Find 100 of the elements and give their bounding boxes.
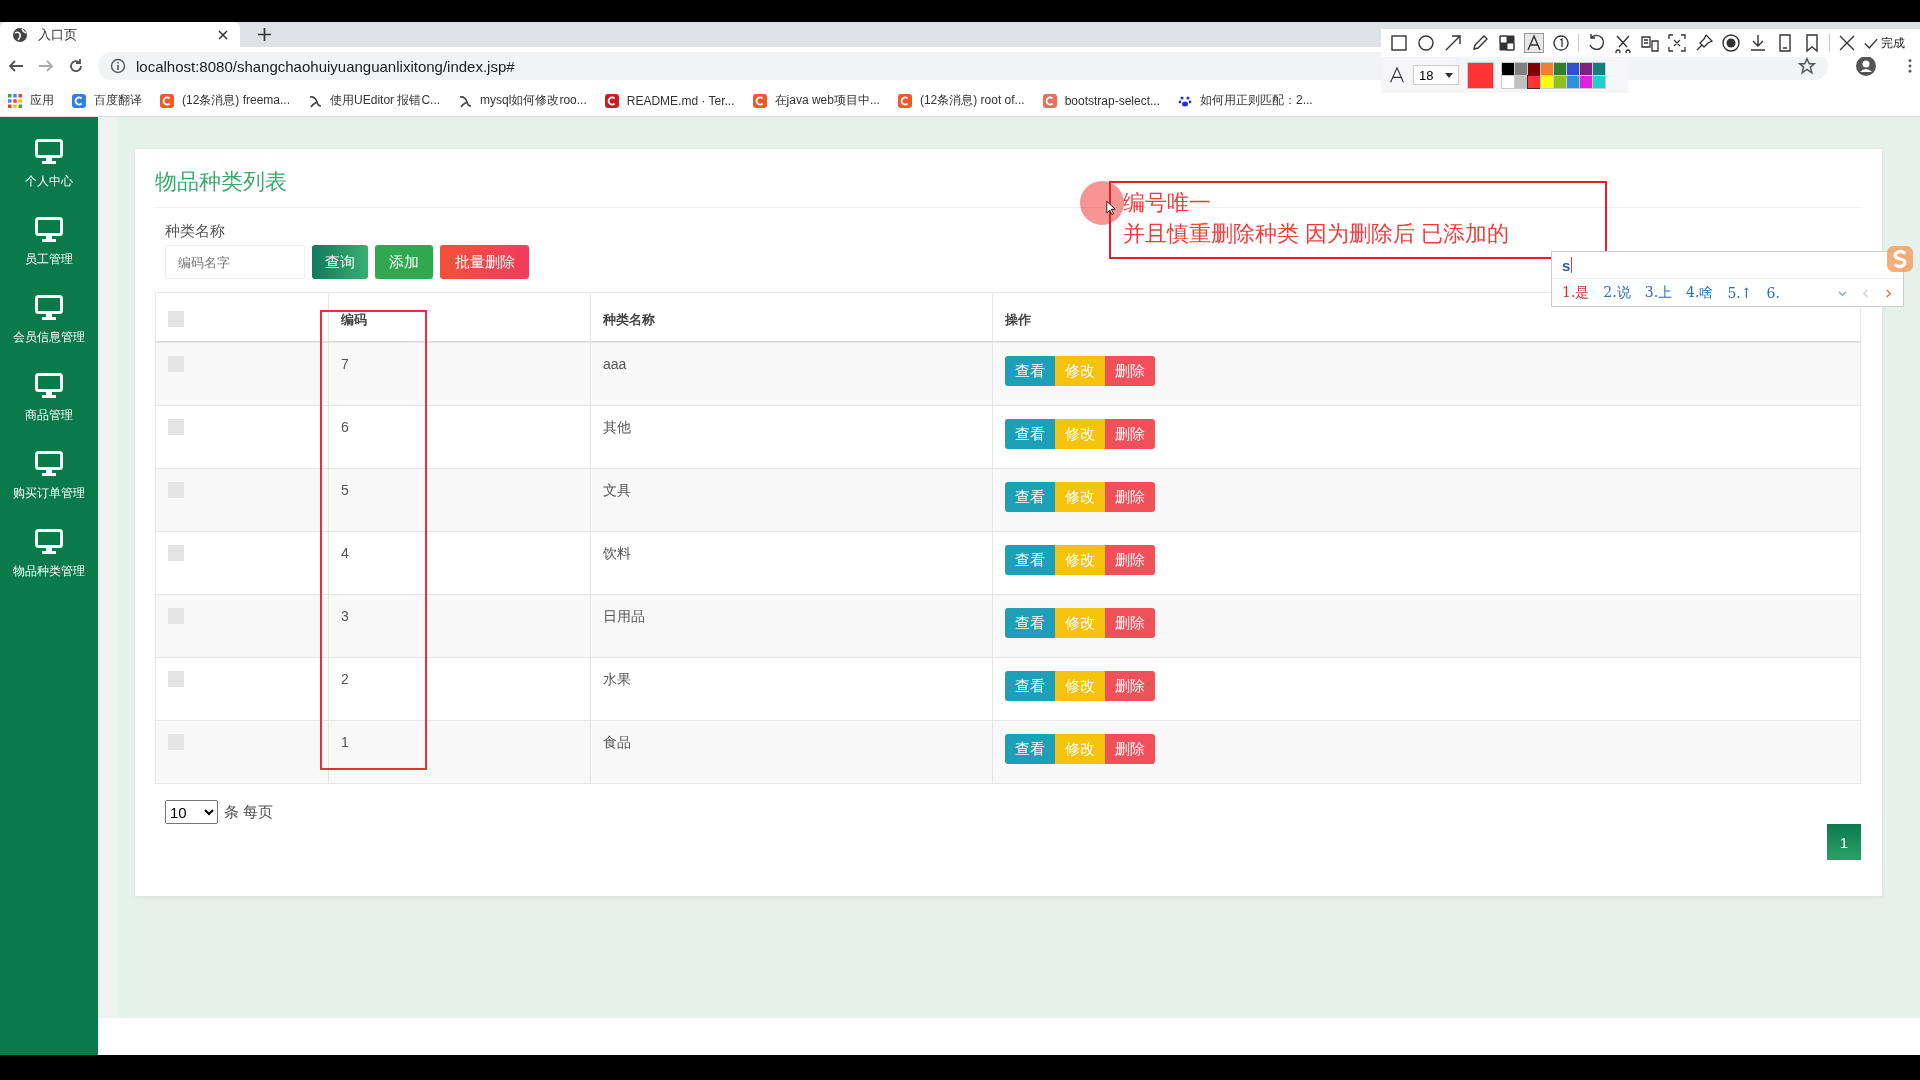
bookmark[interactable]: 应用: [8, 92, 54, 109]
scan-tool-icon[interactable]: [1667, 33, 1687, 53]
bookmark[interactable]: (12条消息) root of...: [897, 92, 1025, 109]
current-color-swatch[interactable]: [1467, 61, 1494, 89]
site-icon: [1042, 93, 1057, 108]
close-icon[interactable]: [218, 29, 228, 40]
delete-button[interactable]: 删除: [1105, 671, 1155, 701]
delete-button[interactable]: 删除: [1105, 734, 1155, 764]
table-cell: 6: [341, 419, 349, 435]
page-button[interactable]: 1: [1827, 824, 1861, 860]
color-swatch[interactable]: [1528, 75, 1540, 88]
ime-candidate[interactable]: 1.是: [1562, 284, 1590, 302]
query-button[interactable]: 查询: [312, 245, 368, 279]
table-cell: 3: [341, 608, 349, 624]
bookmark[interactable]: 百度翻译: [72, 92, 142, 109]
delete-button[interactable]: 删除: [1105, 419, 1155, 449]
font-size-select[interactable]: 18: [1413, 65, 1459, 85]
bookmark[interactable]: (12条消息) freema...: [160, 92, 291, 109]
sidebar-item[interactable]: 个人中心: [0, 135, 98, 213]
view-button[interactable]: 查看: [1005, 356, 1055, 386]
bookmark[interactable]: README.md · Ter...: [604, 93, 735, 108]
batch-delete-button[interactable]: 批量删除: [440, 245, 529, 279]
mosaic-tool-icon[interactable]: [1497, 33, 1517, 53]
ime-candidate[interactable]: 5.↑: [1727, 285, 1753, 301]
monitor-icon: [35, 139, 63, 165]
sidebar-item[interactable]: 购买订单管理: [0, 447, 98, 525]
checkbox[interactable]: [168, 545, 184, 561]
table-cell: 7: [341, 356, 349, 372]
sidebar-item[interactable]: 员工管理: [0, 213, 98, 291]
bookmark[interactable]: bootstrap-select...: [1042, 93, 1160, 108]
pin-tool-icon[interactable]: [1694, 33, 1714, 53]
color-swatch[interactable]: [1580, 75, 1592, 88]
ime-candidate[interactable]: 2.说: [1603, 284, 1631, 302]
rect-tool-icon[interactable]: [1389, 33, 1409, 53]
circle-tool-icon[interactable]: [1416, 33, 1436, 53]
sidebar-item[interactable]: 物品种类管理: [0, 525, 98, 603]
color-swatch[interactable]: [1580, 62, 1592, 75]
ocr-tool-icon[interactable]: [1640, 33, 1660, 53]
cut-tool-icon[interactable]: [1613, 33, 1633, 53]
delete-button[interactable]: 删除: [1105, 608, 1155, 638]
ime-candidate[interactable]: 3.上: [1644, 284, 1673, 302]
done-button[interactable]: 完成: [1864, 34, 1905, 52]
ime-input-text: s: [1562, 256, 1571, 274]
arrow-tool-icon[interactable]: [1443, 33, 1463, 53]
color-swatch[interactable]: [1554, 62, 1566, 75]
color-swatch[interactable]: [1515, 62, 1527, 75]
download-tool-icon[interactable]: [1748, 33, 1768, 53]
table-cell: 文具: [603, 482, 631, 498]
bookmark[interactable]: 使用UEditor 报错C...: [308, 92, 441, 109]
delete-button[interactable]: 删除: [1105, 545, 1155, 575]
color-swatch[interactable]: [1567, 62, 1579, 75]
view-button[interactable]: 查看: [1005, 734, 1055, 764]
view-button[interactable]: 查看: [1005, 545, 1055, 575]
delete-button[interactable]: 删除: [1105, 482, 1155, 512]
checkbox[interactable]: [168, 419, 184, 435]
cursor-icon: [1106, 200, 1116, 216]
color-swatch[interactable]: [1502, 62, 1514, 75]
new-tab-icon[interactable]: [258, 28, 271, 41]
add-button[interactable]: 添加: [375, 245, 433, 279]
color-swatch[interactable]: [1528, 62, 1540, 75]
view-button[interactable]: 查看: [1005, 419, 1055, 449]
site-icon: [160, 93, 174, 108]
bookmark[interactable]: 在java web项目中...: [752, 92, 880, 109]
color-swatch[interactable]: [1515, 75, 1527, 88]
chevron-right-icon[interactable]: [1884, 288, 1893, 298]
pen-tool-icon[interactable]: [1470, 33, 1490, 53]
color-swatch[interactable]: [1567, 75, 1579, 88]
reload-icon[interactable]: [68, 58, 84, 74]
checkbox[interactable]: [168, 311, 184, 327]
back-icon[interactable]: [8, 58, 24, 74]
close-icon[interactable]: [1837, 33, 1857, 53]
browser-tab[interactable]: 入口页: [0, 22, 240, 47]
search-field[interactable]: 编码名字: [165, 245, 305, 279]
ime-candidate[interactable]: 4.啥: [1686, 284, 1714, 302]
page-size-select[interactable]: 10: [165, 800, 218, 824]
star-icon[interactable]: [1798, 57, 1816, 75]
annotation-text-box[interactable]: 编号唯一 并且慎重删除种类 因为删除后 已添加的: [1109, 181, 1607, 259]
table-cell: aaa: [603, 356, 627, 372]
menu-icon[interactable]: [1908, 59, 1912, 73]
record-tool-icon[interactable]: [1721, 33, 1741, 53]
checkbox[interactable]: [168, 671, 184, 687]
sidebar-item[interactable]: 会员信息管理: [0, 291, 98, 369]
view-button[interactable]: 查看: [1005, 671, 1055, 701]
color-swatch[interactable]: [1593, 75, 1605, 88]
view-button[interactable]: 查看: [1005, 482, 1055, 512]
text-tool-icon[interactable]: [1524, 33, 1544, 53]
color-swatch[interactable]: [1541, 75, 1553, 88]
color-swatch[interactable]: [1502, 75, 1514, 88]
number-tool-icon[interactable]: [1551, 33, 1571, 53]
color-swatch[interactable]: [1593, 62, 1605, 75]
sidebar-item[interactable]: 商品管理: [0, 369, 98, 447]
profile-icon[interactable]: [1856, 56, 1876, 76]
column-header: 编码: [341, 312, 367, 327]
color-swatch[interactable]: [1541, 62, 1553, 75]
bookmark[interactable]: mysql如何修改roo...: [458, 92, 587, 109]
delete-button[interactable]: 删除: [1105, 356, 1155, 386]
color-swatch[interactable]: [1554, 75, 1566, 88]
bookmark[interactable]: 如何用正则匹配：2...: [1178, 92, 1313, 109]
view-button[interactable]: 查看: [1005, 608, 1055, 638]
ime-candidate[interactable]: 6.: [1766, 285, 1780, 301]
